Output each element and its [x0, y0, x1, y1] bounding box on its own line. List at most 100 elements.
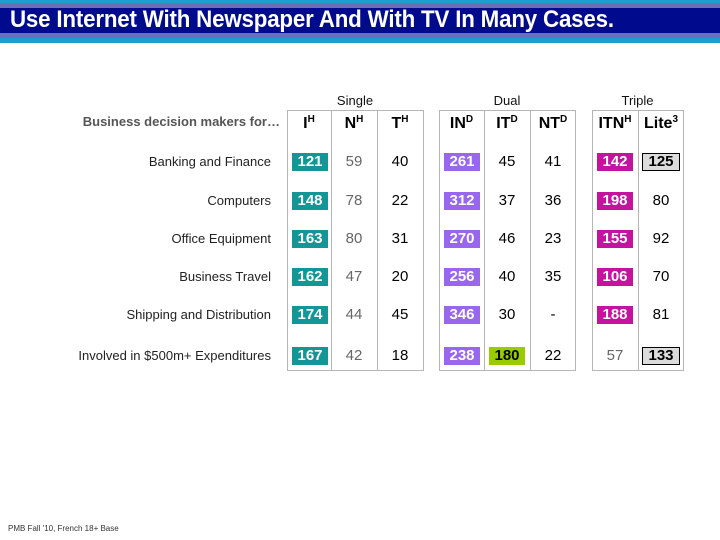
- column-header-main: NT: [538, 115, 561, 132]
- table-cell: 346: [439, 306, 485, 324]
- cell-value: 261: [444, 153, 480, 171]
- row-label: Office Equipment: [171, 231, 271, 246]
- table-cell: 44: [331, 306, 377, 324]
- cell-value: 22: [391, 192, 409, 209]
- table-cell: 35: [530, 268, 576, 286]
- row-label: Shipping and Distribution: [126, 307, 271, 322]
- cell-value: 45: [498, 153, 516, 170]
- table-cell: 22: [377, 192, 423, 210]
- cell-value: 346: [444, 306, 480, 324]
- column-header-sup: H: [401, 114, 409, 125]
- table-cell: 40: [484, 268, 530, 286]
- cell-value: 18: [391, 347, 409, 364]
- cell-value: 106: [597, 268, 633, 286]
- cell-value: 198: [597, 192, 633, 210]
- table-cell: 121: [287, 153, 333, 171]
- table-cell: 47: [331, 268, 377, 286]
- cell-value: 312: [444, 192, 480, 210]
- table-cell: 45: [484, 153, 530, 171]
- table-cell: 80: [331, 230, 377, 248]
- cell-value: 162: [292, 268, 328, 286]
- column-header-itd: ITD: [484, 112, 530, 136]
- row-label: Involved in $500m+ Expenditures: [78, 348, 271, 363]
- table-cell: 46: [484, 230, 530, 248]
- table-cell: 78: [331, 192, 377, 210]
- cell-value: 142: [597, 153, 633, 171]
- cell-value: 256: [444, 268, 480, 286]
- cell-value: 80: [345, 230, 363, 247]
- table-cell: 238: [439, 347, 485, 365]
- column-header-itnh: ITNH: [592, 112, 638, 136]
- column-header-nh: NH: [331, 112, 377, 136]
- column-header-main: ITN: [598, 115, 625, 132]
- cell-value: 180: [489, 347, 525, 365]
- table-cell: 261: [439, 153, 485, 171]
- table-cell: 125: [638, 153, 684, 171]
- column-header-sup: H: [624, 114, 632, 125]
- cell-value: 22: [544, 347, 562, 364]
- table-cell: 20: [377, 268, 423, 286]
- table-cell: 92: [638, 230, 684, 248]
- cell-value: 42: [345, 347, 363, 364]
- cell-value: 45: [391, 306, 409, 323]
- column-header-ntd: NTD: [530, 112, 576, 136]
- table-cell: 36: [530, 192, 576, 210]
- table-cell: 106: [592, 268, 638, 286]
- column-header-main: Lite: [643, 115, 673, 132]
- table-cell: 59: [331, 153, 377, 171]
- cell-value: 44: [345, 306, 363, 323]
- table-cell: 142: [592, 153, 638, 171]
- cell-value: 163: [292, 230, 328, 248]
- table-cell: 148: [287, 192, 333, 210]
- cell-value: 125: [642, 153, 680, 171]
- column-header-lite3: Lite3: [638, 112, 684, 136]
- table-cell: 23: [530, 230, 576, 248]
- table-cell: 180: [484, 347, 530, 365]
- column-header-main: N: [344, 115, 357, 132]
- column-header-th: TH: [377, 112, 423, 136]
- table-cell: 188: [592, 306, 638, 324]
- row-label: Business Travel: [179, 269, 271, 284]
- cell-value: 155: [597, 230, 633, 248]
- table-cell: 167: [287, 347, 333, 365]
- cell-value: 31: [391, 230, 409, 247]
- cell-value: 36: [544, 192, 562, 209]
- column-header-main: T: [391, 115, 402, 132]
- table-cell: 155: [592, 230, 638, 248]
- cell-value: 20: [391, 268, 409, 285]
- cell-value: 40: [391, 153, 409, 170]
- column-header-sup: D: [510, 114, 518, 125]
- column-header-sup: D: [560, 114, 568, 125]
- column-header-sup: H: [307, 114, 315, 125]
- table-cell: 45: [377, 306, 423, 324]
- cell-value: -: [550, 306, 556, 323]
- cell-value: 148: [292, 192, 328, 210]
- table-cell: 256: [439, 268, 485, 286]
- table-cell: 70: [638, 268, 684, 286]
- cell-value: 46: [498, 230, 516, 247]
- cell-value: 133: [642, 347, 680, 365]
- title-bar: Use Internet With Newspaper And With TV …: [0, 0, 720, 43]
- table-cell: 22: [530, 347, 576, 365]
- table-cell: 133: [638, 347, 684, 365]
- column-header-sup: D: [465, 114, 474, 125]
- cell-value: 81: [652, 306, 670, 323]
- column-header-main: IN: [449, 115, 466, 132]
- column-header-sup: 3: [672, 114, 678, 125]
- table-cell: 40: [377, 153, 423, 171]
- table-cell: 42: [331, 347, 377, 365]
- cell-value: 80: [652, 192, 670, 209]
- cell-value: 174: [292, 306, 328, 324]
- table-cell: -: [530, 306, 576, 324]
- column-header-sup: H: [356, 114, 364, 125]
- group-label-single: Single: [336, 93, 374, 108]
- group-label-dual: Dual: [493, 93, 521, 108]
- footnote: PMB Fall '10, French 18+ Base: [8, 524, 119, 533]
- row-label: Banking and Finance: [148, 154, 271, 169]
- cell-value: 92: [652, 230, 670, 247]
- table-cell: 31: [377, 230, 423, 248]
- table-cell: 198: [592, 192, 638, 210]
- row-label: Computers: [207, 193, 271, 208]
- cell-value: 40: [498, 268, 516, 285]
- slide-title: Use Internet With Newspaper And With TV …: [10, 6, 614, 33]
